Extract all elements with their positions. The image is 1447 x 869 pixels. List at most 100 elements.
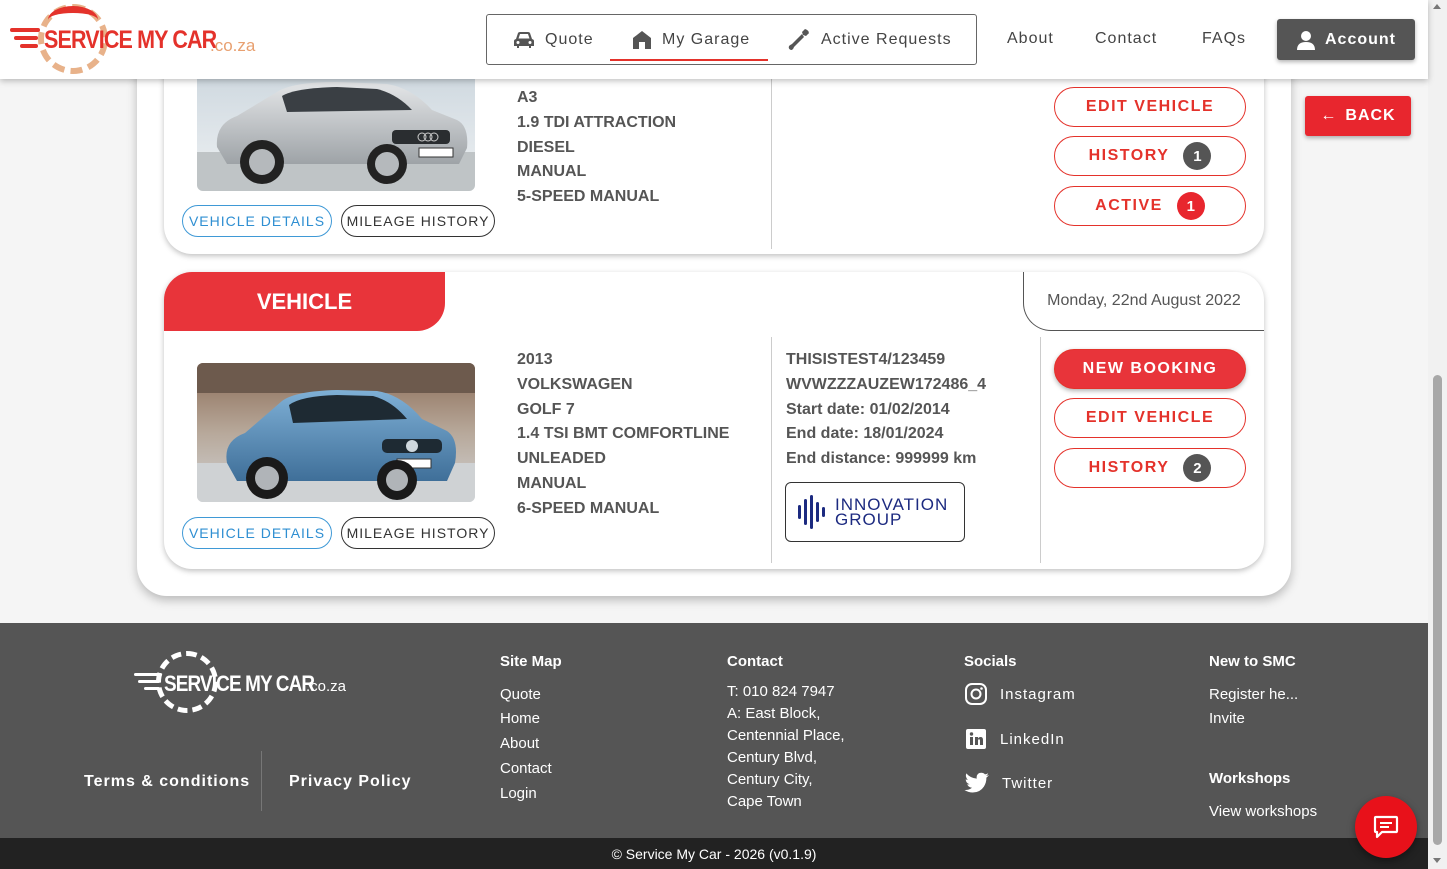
plan-end-distance: End distance: 999999 km xyxy=(786,450,977,468)
history-label: HISTORY xyxy=(1088,147,1170,164)
spec-gearbox: 5-SPEED MANUAL xyxy=(517,188,660,206)
footer-logo-tld: .co.za xyxy=(306,678,347,695)
spec-fuel: DIESEL xyxy=(517,138,575,156)
plan-start-date: Start date: 01/02/2014 xyxy=(786,400,950,418)
linkedin-label: LinkedIn xyxy=(1000,730,1065,748)
contact-address-line: Century City, xyxy=(727,771,813,788)
new-booking-button[interactable]: NEW BOOKING xyxy=(1054,349,1246,389)
page-scrollbar[interactable] xyxy=(1428,0,1447,869)
edit-vehicle-button[interactable]: EDIT VEHICLE xyxy=(1054,398,1246,438)
vehicle-specs: A3 1.9 TDI ATTRACTION DIESEL MANUAL 5-SP… xyxy=(517,86,676,210)
instagram-link[interactable]: Instagram xyxy=(964,682,1076,706)
logo-text: SERVICE MY CAR xyxy=(44,26,217,54)
account-button[interactable]: Account xyxy=(1277,19,1415,60)
sitemap-login-link[interactable]: Login xyxy=(500,785,537,802)
arrow-left-icon: ← xyxy=(1320,107,1338,124)
spec-gearbox: 6-SPEED MANUAL xyxy=(517,499,660,517)
spec-variant: 1.4 TSI BMT COMFORTLINE xyxy=(517,425,730,443)
footer-divider xyxy=(261,751,262,811)
sitemap-about-link[interactable]: About xyxy=(500,735,539,752)
scroll-up-arrow-icon[interactable] xyxy=(1433,4,1441,9)
history-count-badge: 2 xyxy=(1183,454,1212,482)
home-icon xyxy=(633,30,651,49)
car-icon xyxy=(514,31,534,48)
history-count-badge: 1 xyxy=(1183,142,1212,170)
spec-transmission: MANUAL xyxy=(517,474,587,492)
site-footer: SERVICE MY CAR .co.za Terms & conditions… xyxy=(0,623,1428,838)
copyright-text: © Service My Car - 2026 (v0.1.9) xyxy=(611,845,817,862)
back-button[interactable]: ← BACK xyxy=(1305,96,1411,136)
plan-reference: THISISTEST4/123459 xyxy=(786,351,946,368)
nav-my-garage[interactable]: My Garage xyxy=(609,15,769,64)
twitter-link[interactable]: Twitter xyxy=(964,772,1053,794)
plan-vin: WVWZZZAUZEW172486_4 xyxy=(786,375,987,393)
privacy-link[interactable]: Privacy Policy xyxy=(289,773,412,791)
history-button[interactable]: HISTORY 1 xyxy=(1054,136,1246,176)
spec-variant: 1.9 TDI ATTRACTION xyxy=(517,113,677,131)
vehicle-date: Monday, 22nd August 2022 xyxy=(1023,272,1264,331)
vehicle-details-button[interactable]: VEHICLE DETAILS xyxy=(182,205,332,237)
register-link[interactable]: Register he... xyxy=(1209,686,1298,703)
contact-address-line: Cape Town xyxy=(727,793,802,810)
column-divider xyxy=(771,79,772,249)
sitemap-home-link[interactable]: Home xyxy=(500,710,540,727)
account-label: Account xyxy=(1325,30,1396,48)
nav-quote-label: Quote xyxy=(545,30,594,48)
main-nav: Quote My Garage Active Requests xyxy=(486,14,977,65)
edit-vehicle-button[interactable]: EDIT VEHICLE xyxy=(1054,87,1246,127)
contact-address-line: A: East Block, xyxy=(727,705,821,722)
innovation-group-logo: INNOVATION GROUP xyxy=(785,482,965,542)
back-label: BACK xyxy=(1345,107,1396,124)
nav-active-requests-label: Active Requests xyxy=(821,30,952,48)
mileage-history-button[interactable]: MILEAGE HISTORY xyxy=(341,517,495,549)
nav-my-garage-label: My Garage xyxy=(662,30,751,48)
contact-address-line: Century Blvd, xyxy=(727,749,818,766)
service-plan-info: THISISTEST4/123459 WVWZZZAUZEW172486_4 S… xyxy=(786,348,986,472)
mileage-history-button[interactable]: MILEAGE HISTORY xyxy=(341,205,495,237)
footer-logo[interactable]: SERVICE MY CAR .co.za xyxy=(134,651,364,713)
scrollbar-thumb[interactable] xyxy=(1433,375,1442,845)
service-my-car-logo[interactable]: SERVICE MY CAR .co.za xyxy=(10,4,270,74)
new-booking-label: NEW BOOKING xyxy=(1082,360,1218,377)
instagram-label: Instagram xyxy=(1000,685,1076,703)
logo-tld: .co.za xyxy=(210,36,256,55)
contact-address-line: Centennial Place, xyxy=(727,727,845,744)
nav-contact[interactable]: Contact xyxy=(1095,30,1157,48)
nav-active-requests[interactable]: Active Requests xyxy=(787,15,952,64)
history-label: HISTORY xyxy=(1088,459,1170,476)
active-button[interactable]: ACTIVE 1 xyxy=(1054,186,1246,226)
socials-heading: Socials xyxy=(964,653,1017,670)
twitter-icon xyxy=(964,772,989,793)
history-button[interactable]: HISTORY 2 xyxy=(1054,448,1246,488)
terms-link[interactable]: Terms & conditions xyxy=(84,773,250,791)
sitemap-quote-link[interactable]: Quote xyxy=(500,686,541,703)
spec-make: VOLKSWAGEN xyxy=(517,375,633,393)
spec-model: GOLF 7 xyxy=(517,400,575,418)
vehicle-tab: VEHICLE xyxy=(164,272,445,331)
chat-button[interactable] xyxy=(1355,796,1417,858)
column-divider xyxy=(1040,337,1041,563)
edit-vehicle-label: EDIT VEHICLE xyxy=(1085,98,1215,115)
vehicle-details-button[interactable]: VEHICLE DETAILS xyxy=(182,517,332,549)
column-divider xyxy=(771,337,772,563)
active-count-badge: 1 xyxy=(1176,192,1205,220)
vehicle-specs: 2013 VOLKSWAGEN GOLF 7 1.4 TSI BMT COMFO… xyxy=(517,348,729,522)
spec-transmission: MANUAL xyxy=(517,163,587,181)
contact-heading: Contact xyxy=(727,653,783,670)
linkedin-link[interactable]: LinkedIn xyxy=(964,727,1065,751)
invite-link[interactable]: Invite xyxy=(1209,710,1245,727)
sitemap-heading: Site Map xyxy=(500,653,562,670)
view-workshops-link[interactable]: View workshops xyxy=(1209,803,1317,820)
contact-phone[interactable]: T: 010 824 7947 xyxy=(727,683,835,700)
workshops-heading: Workshops xyxy=(1209,770,1291,787)
top-header: SERVICE MY CAR .co.za Quote My Garage Ac… xyxy=(0,0,1428,79)
instagram-icon xyxy=(965,683,987,705)
nav-faqs[interactable]: FAQs xyxy=(1202,30,1246,48)
user-icon xyxy=(1297,30,1315,50)
plan-end-date: End date: 18/01/2024 xyxy=(786,425,944,443)
nav-about[interactable]: About xyxy=(1007,30,1054,48)
new-to-smc-heading: New to SMC xyxy=(1209,653,1296,670)
sitemap-contact-link[interactable]: Contact xyxy=(500,760,552,777)
nav-quote[interactable]: Quote xyxy=(513,15,594,64)
scroll-down-arrow-icon[interactable] xyxy=(1433,858,1441,863)
